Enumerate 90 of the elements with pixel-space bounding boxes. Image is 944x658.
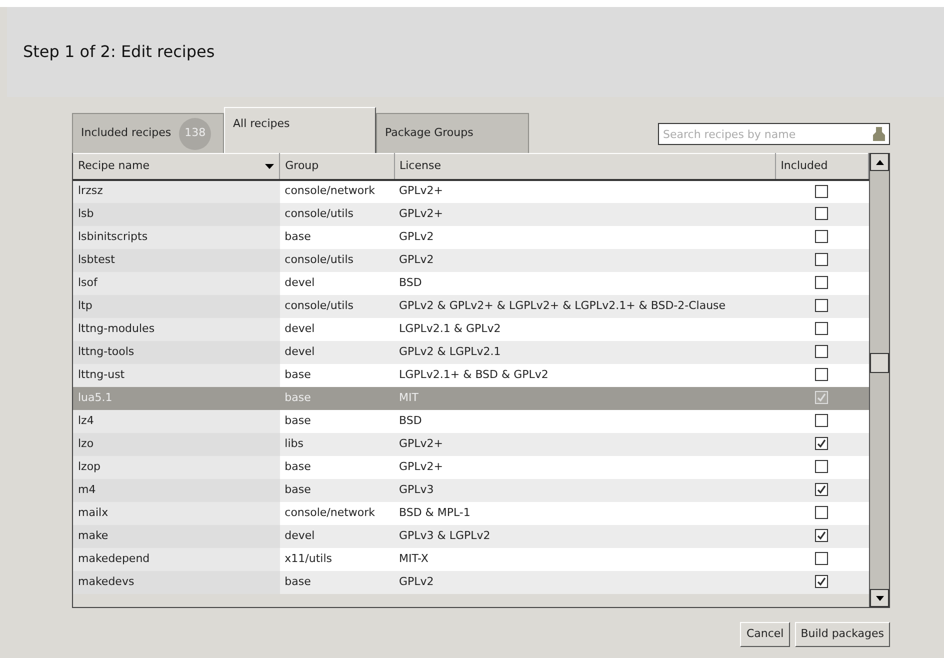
up-arrow-icon: [876, 160, 884, 164]
table-cell: devel: [280, 524, 394, 548]
table-cell: base: [280, 570, 394, 594]
count-badge: 138: [179, 118, 212, 150]
table-cell: devel: [280, 272, 394, 294]
table-cell: console/utils: [280, 248, 394, 272]
table-cell: GPLv3 & LGPLv2: [394, 524, 776, 548]
table-cell: lzo: [73, 432, 280, 456]
table-cell: lz4: [73, 410, 280, 432]
column-header[interactable]: License: [394, 154, 776, 180]
table-cell: make: [73, 524, 280, 548]
table-cell: BSD & MPL-1: [394, 502, 776, 524]
table-cell: GPLv2 & LGPLv2.1: [394, 340, 776, 364]
table-cell: GPLv2+: [394, 180, 776, 202]
checkbox[interactable]: [815, 276, 828, 290]
table-cell: LGPLv2.1 & GPLv2: [394, 318, 776, 340]
table-cell: devel: [280, 318, 394, 340]
table-cell: lsbtest: [73, 248, 280, 272]
page-title: Step 1 of 2: Edit recipes: [23, 41, 215, 63]
table-cell: lsbinitscripts: [73, 226, 280, 248]
checkbox[interactable]: [815, 460, 828, 474]
down-arrow-icon: [876, 596, 884, 600]
table-cell: GPLv3: [394, 478, 776, 502]
table-cell: mailx: [73, 502, 280, 524]
table-cell: GPLv2: [394, 226, 776, 248]
checkbox[interactable]: [815, 230, 828, 244]
checkbox[interactable]: [815, 575, 828, 588]
checkbox[interactable]: [815, 253, 828, 266]
checkbox[interactable]: [815, 207, 828, 220]
scroll-up-button[interactable]: [870, 153, 889, 171]
tab[interactable]: All recipes: [224, 107, 376, 153]
tab[interactable]: Package Groups: [376, 113, 529, 153]
table-cell: x11/utils: [280, 548, 394, 570]
table-cell: console/network: [280, 502, 394, 524]
table-cell: lttng-tools: [73, 340, 280, 364]
table-cell: lua5.1: [73, 386, 280, 410]
table-cell: LGPLv2.1+ & BSD & GPLv2: [394, 364, 776, 386]
table-cell: lttng-modules: [73, 318, 280, 340]
table-cell: lttng-ust: [73, 364, 280, 386]
button[interactable]: Build packages: [794, 622, 890, 646]
checkbox[interactable]: [815, 552, 828, 566]
table-cell: base: [280, 226, 394, 248]
tab[interactable]: Included recipes 138: [72, 113, 224, 153]
table-cell: BSD: [394, 410, 776, 432]
table-cell: lsb: [73, 202, 280, 226]
table-cell: MIT: [394, 386, 776, 410]
table-cell: base: [280, 410, 394, 432]
table-cell: makedevs: [73, 570, 280, 594]
checkbox[interactable]: [815, 437, 828, 450]
button[interactable]: Cancel: [740, 622, 790, 646]
checkbox[interactable]: [815, 345, 828, 358]
table-cell: GPLv2+: [394, 432, 776, 456]
scrollbar[interactable]: [869, 153, 889, 607]
table-cell: GPLv2: [394, 248, 776, 272]
checkbox[interactable]: [815, 184, 828, 198]
table-cell: lrzsz: [73, 180, 280, 202]
clear-icon[interactable]: [873, 127, 885, 141]
table-cell: devel: [280, 340, 394, 364]
checkbox[interactable]: [815, 322, 828, 336]
column-header[interactable]: Included: [775, 154, 868, 180]
checkbox[interactable]: [815, 368, 828, 382]
table-cell: base: [280, 478, 394, 502]
checkbox[interactable]: [815, 506, 828, 520]
checkbox[interactable]: [815, 483, 828, 496]
table-cell: base: [280, 386, 394, 410]
column-header[interactable]: Group: [280, 154, 394, 180]
table-cell: console/network: [280, 180, 394, 202]
table-cell: GPLv2: [394, 570, 776, 594]
table-cell: BSD: [394, 272, 776, 294]
table-cell: m4: [73, 478, 280, 502]
table-cell: GPLv2+: [394, 456, 776, 478]
table-cell: GPLv2+: [394, 202, 776, 226]
table-cell: MIT-X: [394, 548, 776, 570]
table-cell: ltp: [73, 294, 280, 318]
table-cell: lsof: [73, 272, 280, 294]
checkbox[interactable]: [815, 299, 828, 312]
table-cell: base: [280, 456, 394, 478]
column-header[interactable]: Recipe name: [73, 154, 280, 180]
search-field[interactable]: Search recipes by name: [658, 123, 890, 145]
table-cell: libs: [280, 432, 394, 456]
table-cell: base: [280, 364, 394, 386]
table-cell: lzop: [73, 456, 280, 478]
table-cell: makedepend: [73, 548, 280, 570]
checkbox[interactable]: [815, 529, 828, 542]
table-cell: console/utils: [280, 294, 394, 318]
checkbox[interactable]: [815, 414, 828, 428]
scroll-down-button[interactable]: [870, 589, 889, 607]
table-cell: console/utils: [280, 202, 394, 226]
table-cell: GPLv2 & GPLv2+ & LGPLv2+ & LGPLv2.1+ & BSD-2-Clause: [394, 294, 776, 318]
scroll-thumb[interactable]: [870, 353, 889, 373]
